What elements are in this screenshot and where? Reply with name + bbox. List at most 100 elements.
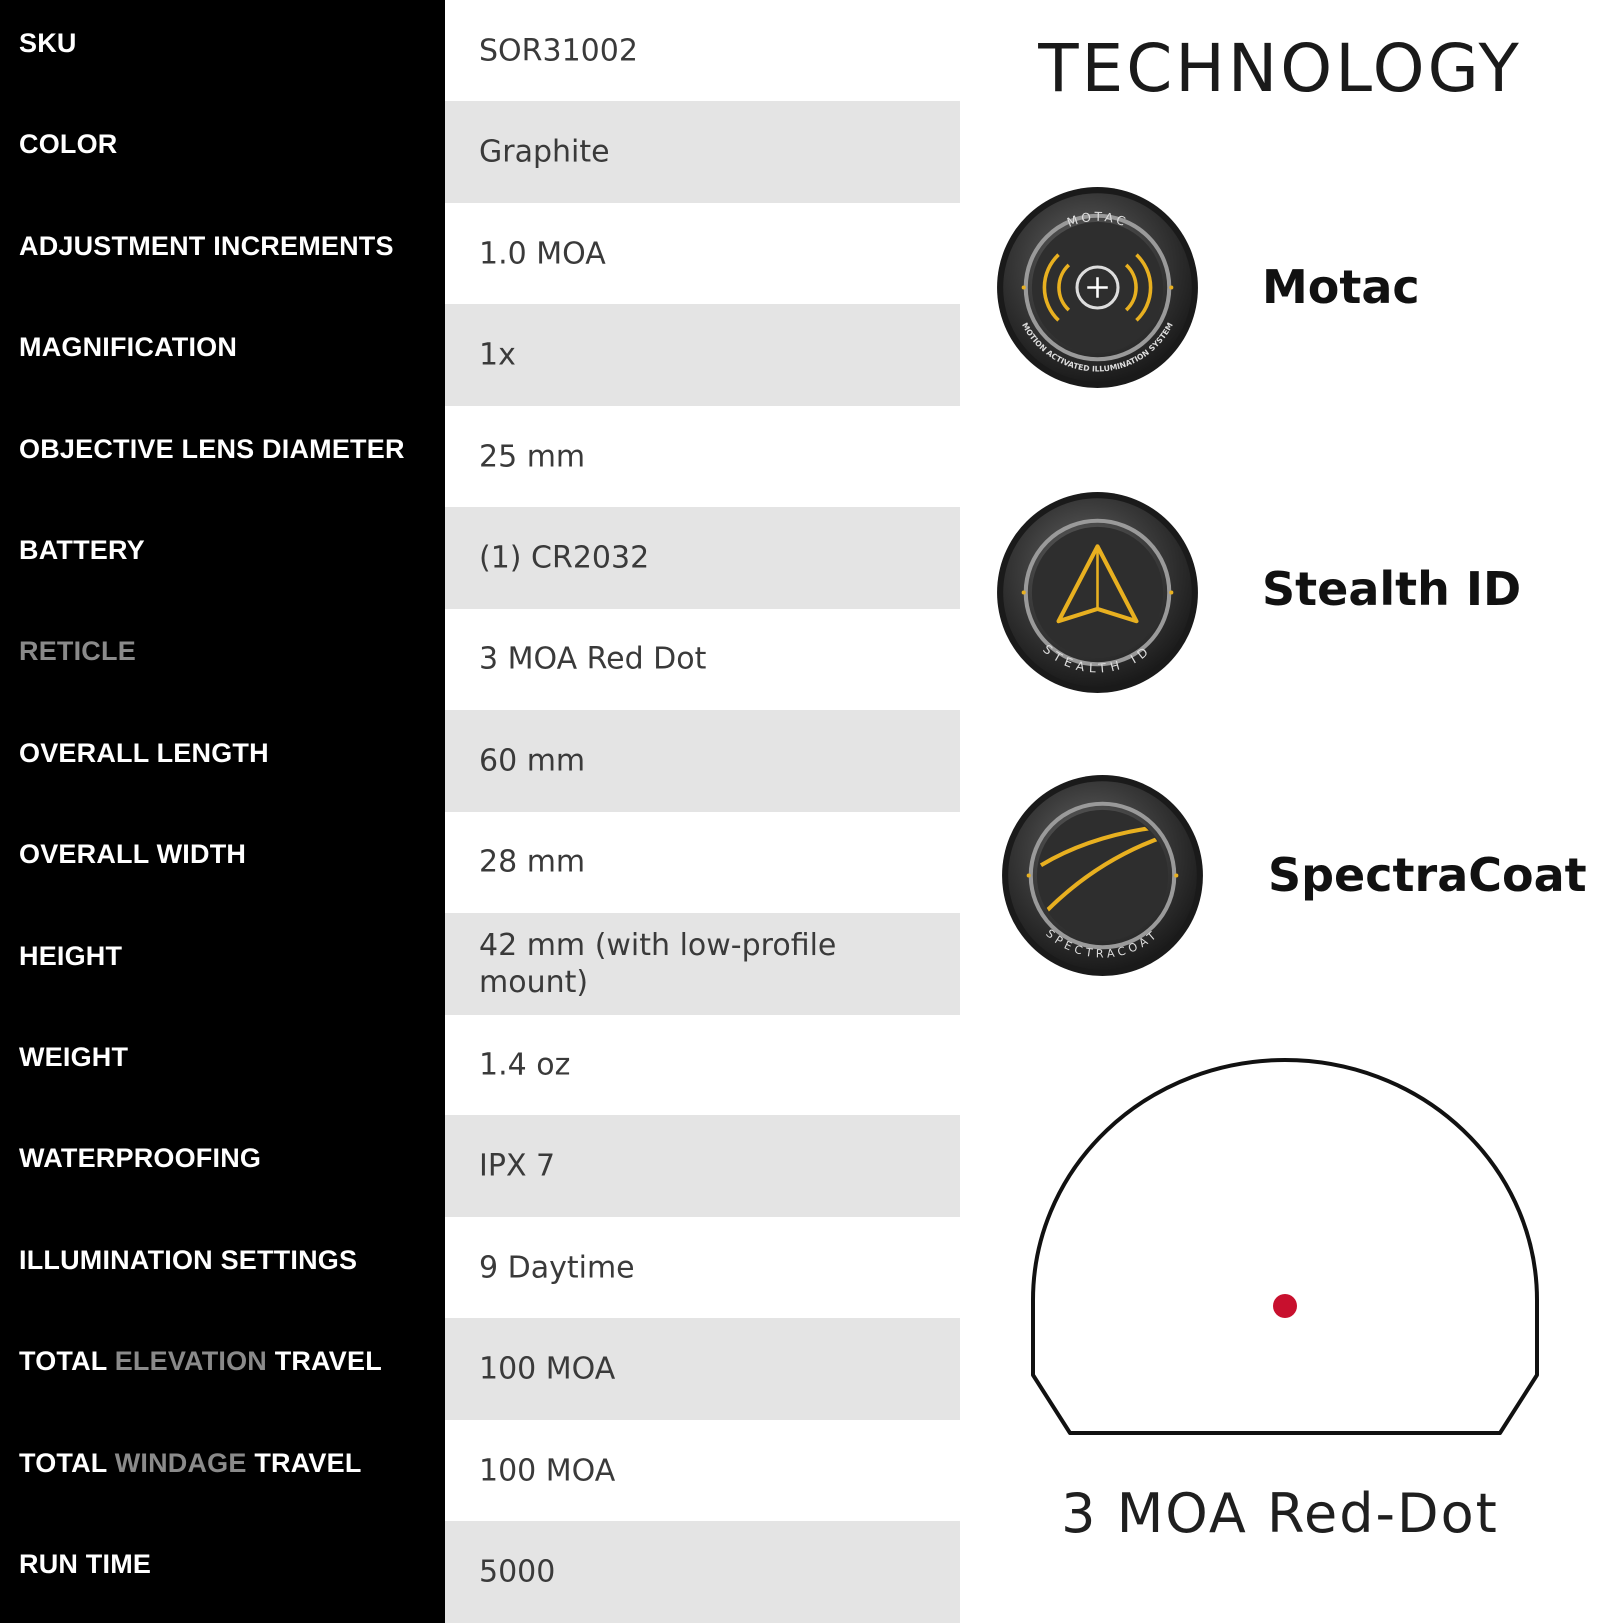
spec-value: 9 Daytime [479, 1250, 635, 1286]
spec-label-cell: ADJUSTMENT INCREMENTS [0, 203, 445, 305]
spec-row: TOTAL ELEVATION TRAVEL 100 MOA [0, 1318, 960, 1420]
spec-value-cell: 1.0 MOA [445, 203, 960, 305]
tech-name-stealth-id: Stealth ID [1262, 562, 1522, 616]
spec-value: 1.4 oz [479, 1047, 571, 1083]
spec-value-cell: 100 MOA [445, 1318, 960, 1420]
spec-row: OVERALL WIDTH 28 mm [0, 811, 960, 913]
spec-value-cell: 5000 [445, 1521, 960, 1623]
spec-label-part: WINDAGE [114, 1448, 247, 1478]
spec-value-cell: 42 mm (with low-profile mount) [445, 913, 960, 1015]
spec-label-cell: MAGNIFICATION [0, 304, 445, 406]
spec-row: MAGNIFICATION 1x [0, 304, 960, 406]
spec-value-cell: 1.4 oz [445, 1014, 960, 1116]
spec-value-cell: Graphite [445, 101, 960, 203]
spec-label-part: TRAVEL [274, 1346, 382, 1376]
spec-label: RUN TIME [19, 1549, 152, 1579]
spec-value: (1) CR2032 [479, 540, 650, 576]
spec-row: WEIGHT 1.4 oz [0, 1014, 960, 1116]
tech-item-spectracoat: SPECTRACOAT SpectraCoat [960, 773, 1600, 983]
spec-value: 1.0 MOA [479, 236, 606, 272]
spec-label-cell: RETICLE [0, 608, 445, 710]
spec-value: Graphite [479, 134, 610, 170]
spec-label-part: ELEVATION [114, 1346, 268, 1376]
spec-row: HEIGHT 42 mm (with low-profile mount) [0, 913, 960, 1015]
spec-value-cell: 28 mm [445, 811, 960, 913]
spec-row: BATTERY (1) CR2032 [0, 507, 960, 609]
spec-row: SKU SOR31002 [0, 0, 960, 102]
spec-value-cell: 3 MOA Red Dot [445, 608, 960, 710]
spec-label: SKU [19, 28, 77, 58]
spec-label: RETICLE [19, 636, 136, 666]
spec-label: OVERALL WIDTH [19, 839, 247, 869]
spec-label-cell: BATTERY [0, 507, 445, 609]
spec-label-cell: WEIGHT [0, 1014, 445, 1116]
spec-row: COLOR Graphite [0, 101, 960, 203]
spec-value: 25 mm [479, 439, 586, 475]
spec-value-cell: SOR31002 [445, 0, 960, 102]
spec-label-cell: TOTAL WINDAGE TRAVEL [0, 1420, 445, 1522]
spec-label: WATERPROOFING [19, 1143, 262, 1173]
spec-label-cell: OVERALL WIDTH [0, 811, 445, 913]
spec-label: HEIGHT [19, 941, 123, 971]
spec-row: OBJECTIVE LENS DIAMETER 25 mm [0, 406, 960, 508]
spec-label-cell: SKU [0, 0, 445, 102]
reticle-window-outline [1031, 1058, 1539, 1435]
reticle-caption: 3 MOA Red-Dot [1061, 1482, 1499, 1545]
spec-label-part: TRAVEL [254, 1448, 362, 1478]
spec-value: 100 MOA [479, 1351, 616, 1387]
spec-label-cell: RUN TIME [0, 1521, 445, 1623]
spec-value: 100 MOA [479, 1453, 616, 1489]
spec-row: RETICLE 3 MOA Red Dot [0, 608, 960, 710]
spec-value: 28 mm [479, 844, 586, 880]
spec-label-cell: OBJECTIVE LENS DIAMETER [0, 406, 445, 508]
spec-label-cell: COLOR [0, 101, 445, 203]
spec-label-cell: HEIGHT [0, 913, 445, 1015]
tech-name-spectracoat: SpectraCoat [1268, 848, 1587, 902]
technology-title: TECHNOLOGY [1038, 30, 1522, 107]
spec-label-cell: ILLUMINATION SETTINGS [0, 1217, 445, 1319]
spec-value: 3 MOA Red Dot [479, 641, 707, 677]
tech-item-motac: MOTAC MOTION ACTIVATED ILLUMINATION SYST… [960, 185, 1600, 395]
spec-row: ILLUMINATION SETTINGS 9 Daytime [0, 1217, 960, 1319]
spec-value-cell: (1) CR2032 [445, 507, 960, 609]
spec-label-cell: WATERPROOFING [0, 1115, 445, 1217]
spec-label-cell: TOTAL ELEVATION TRAVEL [0, 1318, 445, 1420]
spec-value-cell: 25 mm [445, 406, 960, 508]
spec-value: 60 mm [479, 743, 586, 779]
spec-label-part: TOTAL [19, 1448, 107, 1478]
spec-value-cell: 60 mm [445, 710, 960, 812]
spec-value: SOR31002 [479, 33, 638, 69]
spec-label: MAGNIFICATION [19, 332, 238, 362]
red-dot [1273, 1294, 1297, 1318]
spec-label: TOTAL ELEVATION TRAVEL [19, 1318, 382, 1420]
spec-label: TOTAL WINDAGE TRAVEL [19, 1420, 362, 1522]
spec-label-part: TOTAL [19, 1346, 107, 1376]
spec-row: WATERPROOFING IPX 7 [0, 1115, 960, 1217]
tech-name-motac: Motac [1262, 260, 1420, 314]
spec-label-cell: OVERALL LENGTH [0, 710, 445, 812]
motac-icon: MOTAC MOTION ACTIVATED ILLUMINATION SYST… [997, 187, 1198, 388]
spec-label: WEIGHT [19, 1042, 129, 1072]
spec-row: OVERALL LENGTH 60 mm [0, 710, 960, 812]
spectracoat-icon: SPECTRACOAT [1002, 775, 1203, 976]
spec-value: 5000 [479, 1554, 556, 1590]
spec-value: 42 mm (with low-profile mount) [479, 928, 837, 1000]
spec-value: 1x [479, 337, 516, 373]
spec-value-cell: 9 Daytime [445, 1217, 960, 1319]
spec-label: COLOR [19, 129, 118, 159]
spec-label: BATTERY [19, 535, 145, 565]
tech-item-stealth-id: STEALTH ID Stealth ID [960, 490, 1600, 700]
spec-table: SKU SOR31002 COLOR Graphite ADJUSTMENT INCRE… [0, 0, 960, 1623]
spec-label: OBJECTIVE LENS DIAMETER [19, 434, 405, 464]
spec-row: TOTAL WINDAGE TRAVEL 100 MOA [0, 1420, 960, 1522]
spec-row: ADJUSTMENT INCREMENTS 1.0 MOA [0, 203, 960, 305]
reticle-diagram [1031, 1058, 1539, 1435]
spec-label: OVERALL LENGTH [19, 738, 269, 768]
spec-label: ADJUSTMENT INCREMENTS [19, 231, 394, 261]
spec-value-cell: 100 MOA [445, 1420, 960, 1522]
spec-value-cell: IPX 7 [445, 1115, 960, 1217]
stealth-id-icon: STEALTH ID [997, 492, 1198, 693]
spec-value-cell: 1x [445, 304, 960, 406]
spec-value: IPX 7 [479, 1148, 556, 1184]
spec-label: ILLUMINATION SETTINGS [19, 1245, 358, 1275]
